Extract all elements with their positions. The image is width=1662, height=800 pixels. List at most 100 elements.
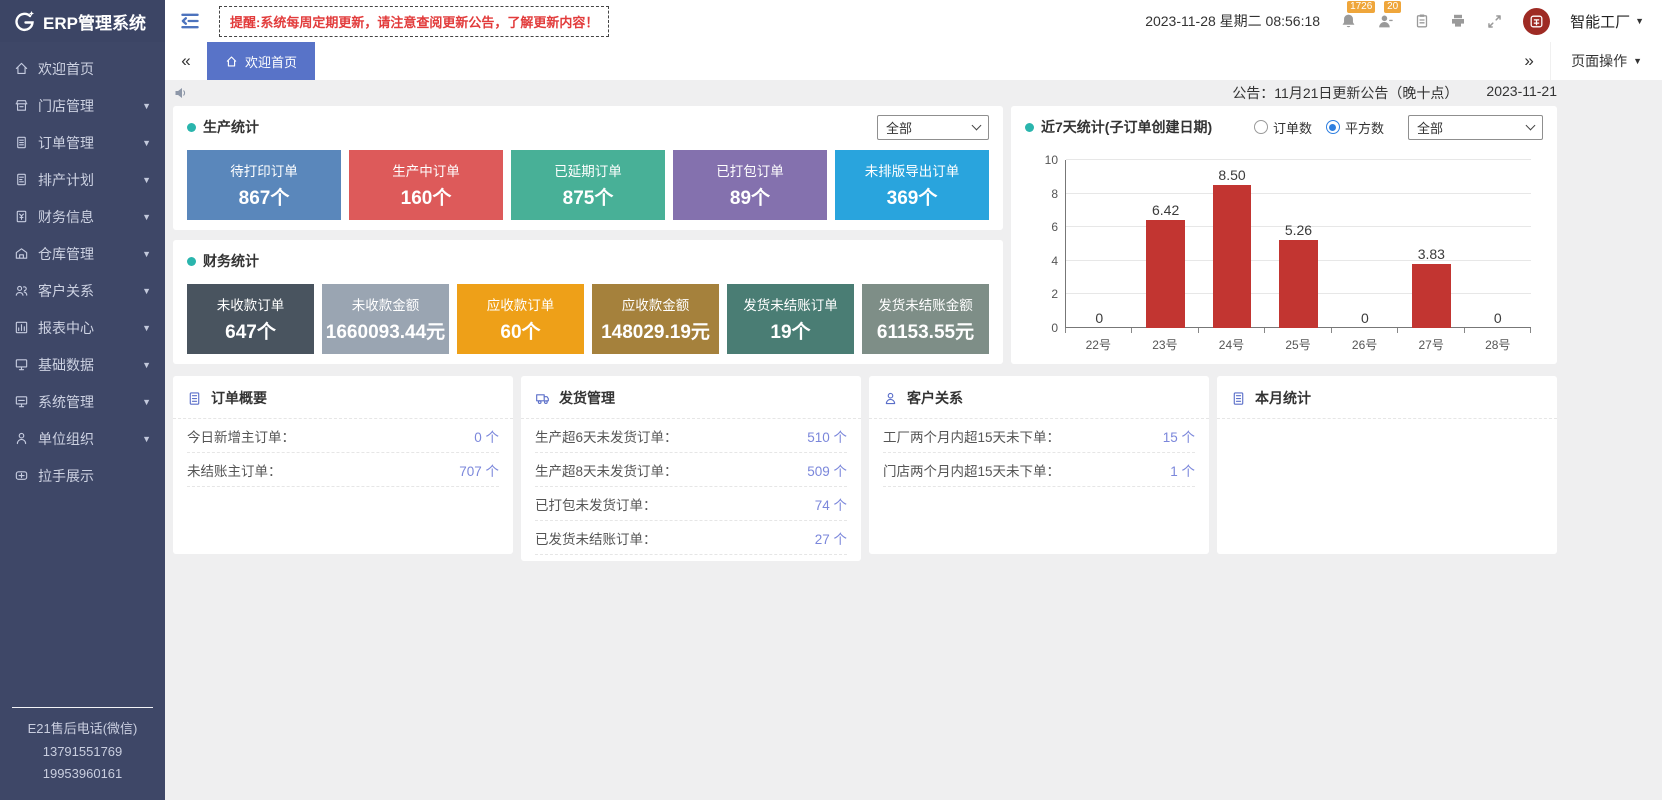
info-row: 今日新增主订单：0 个 [187, 419, 499, 453]
row-value[interactable]: 27 个 [815, 528, 847, 548]
chevron-down-icon: ▼ [142, 360, 151, 370]
sidebar-item-label: 排产计划 [38, 170, 133, 190]
sidebar-item-person[interactable]: 单位组织▼ [0, 420, 165, 457]
top-header: ERP管理系统 提醒:系统每周定期更新，请注意查阅更新公告，了解更新内容！ 20… [0, 0, 1662, 42]
sidebar-item-monitor[interactable]: 基础数据▼ [0, 346, 165, 383]
truck-icon [535, 391, 550, 406]
bar[interactable] [1213, 185, 1252, 328]
row-value[interactable]: 707 个 [459, 460, 499, 480]
production-stats-title: 生产统计 [203, 117, 259, 137]
y-axis-tick-label: 8 [1051, 187, 1058, 201]
finance-card-3[interactable]: 应收款金额148029.19元 [592, 284, 719, 354]
chevron-down-icon: ▼ [142, 249, 151, 259]
notification-bell-icon[interactable]: 1726 [1340, 13, 1357, 30]
row-value[interactable]: 0 个 [474, 426, 499, 446]
row-value[interactable]: 509 个 [807, 460, 847, 480]
fullscreen-icon[interactable] [1486, 13, 1503, 30]
speaker-icon[interactable] [173, 85, 189, 101]
footer-line: E21售后电话(微信) [0, 718, 165, 741]
radio-button [1254, 120, 1268, 134]
tabs-scroll-left-icon[interactable]: « [165, 42, 207, 80]
store-icon [14, 98, 29, 113]
bar-slot: 6.42 [1132, 160, 1198, 328]
collapse-sidebar-icon[interactable] [179, 10, 201, 32]
tab-welcome-home[interactable]: 欢迎首页 [207, 42, 315, 80]
sidebar-item-store[interactable]: 门店管理▼ [0, 87, 165, 124]
radio-label: 平方数 [1345, 118, 1384, 137]
sidebar-item-label: 拉手展示 [38, 466, 151, 486]
row-value[interactable]: 74 个 [815, 494, 847, 514]
sidebar-item-order[interactable]: 订单管理▼ [0, 124, 165, 161]
bottom-panels-row: 订单概要今日新增主订单：0 个未结账主订单：707 个发货管理生产超6天未发货订… [173, 376, 1557, 561]
bar[interactable] [1279, 240, 1318, 328]
row-value[interactable]: 1 个 [1170, 460, 1195, 480]
production-card-1[interactable]: 生产中订单160个 [349, 150, 503, 220]
info-row: 未结账主订单：707 个 [187, 453, 499, 487]
sidebar-item-finance[interactable]: 财务信息 ▼ [0, 198, 165, 235]
x-axis-labels: 22号23号24号25号26号27号28号 [1065, 336, 1531, 353]
x-axis-label: 22号 [1065, 336, 1132, 353]
bar-value-label: 5.26 [1285, 222, 1312, 238]
order-icon [14, 135, 29, 150]
chart-radio-0[interactable]: 订单数 [1254, 118, 1312, 137]
row-label: 生产超6天未发货订单： [535, 426, 678, 446]
sidebar-item-handle[interactable]: 拉手展示 [0, 457, 165, 494]
production-card-2[interactable]: 已延期订单875个 [511, 150, 665, 220]
production-card-0[interactable]: 待打印订单867个 [187, 150, 341, 220]
sidebar-item-monitor2[interactable]: 系统管理▼ [0, 383, 165, 420]
stat-card-label: 未收款金额 [352, 294, 420, 314]
x-axis-label: 26号 [1331, 336, 1398, 353]
info-row: 生产超8天未发货订单：509 个 [535, 453, 847, 487]
bar[interactable] [1412, 264, 1451, 328]
sidebar-item-label: 仓库管理 [38, 244, 133, 264]
panel-header: 本月统计 [1217, 376, 1557, 419]
tabs-scroll-right-icon[interactable]: » [1508, 42, 1550, 80]
sidebar-item-home[interactable]: 欢迎首页 [0, 50, 165, 87]
chevron-down-icon: ▼ [142, 212, 151, 222]
info-row: 工厂两个月内超15天未下单：15 个 [883, 419, 1195, 453]
customer-messages-icon[interactable]: 20 [1377, 13, 1394, 30]
row-value[interactable]: 510 个 [807, 426, 847, 446]
user-avatar[interactable] [1523, 8, 1550, 35]
sidebar-item-warehouse[interactable]: 仓库管理 ▼ [0, 235, 165, 272]
sidebar-footer: E21售后电话(微信) 13791551769 19953960161 [0, 707, 165, 786]
pdoc-icon [1231, 391, 1246, 406]
panel-shipping: 发货管理生产超6天未发货订单：510 个生产超8天未发货订单：509 个已打包未… [521, 376, 861, 561]
sidebar-item-plan[interactable]: 排产计划▼ [0, 161, 165, 198]
chevron-down-icon: ▼ [142, 434, 151, 444]
bar-slot: 0 [1332, 160, 1398, 328]
x-tick [1132, 328, 1198, 333]
sidebar-item-people[interactable]: 客户关系▼ [0, 272, 165, 309]
notice-text[interactable]: 公告：11月21日更新公告（晚十点） [1232, 83, 1458, 103]
stat-card-value: 1660093.44元 [326, 317, 445, 344]
finance-card-1[interactable]: 未收款金额 1660093.44元 [322, 284, 449, 354]
finance-icon [14, 209, 29, 224]
chevron-down-icon: ▼ [142, 101, 151, 111]
panel-rows: 工厂两个月内超15天未下单：15 个门店两个月内超15天未下单：1 个 [869, 419, 1209, 487]
production-card-4[interactable]: 未排版导出订单369个 [835, 150, 989, 220]
logo-icon [12, 9, 36, 33]
finance-card-5[interactable]: 发货未结账金额61153.55元 [862, 284, 989, 354]
notification-badge: 1726 [1347, 1, 1375, 13]
page-operations-menu[interactable]: 页面操作 ▼ [1550, 42, 1662, 80]
production-card-3[interactable]: 已打包订单89个 [673, 150, 827, 220]
row-value[interactable]: 15 个 [1163, 426, 1195, 446]
chart-filter-select[interactable]: 全部 [1408, 115, 1543, 140]
production-filter-select[interactable]: 全部 [877, 115, 989, 140]
x-tick [1066, 328, 1132, 333]
chart-radio-1[interactable]: 平方数 [1326, 118, 1384, 137]
panel-rows: 今日新增主订单：0 个未结账主订单：707 个 [173, 419, 513, 487]
finance-card-2[interactable]: 应收款订单60个 [457, 284, 584, 354]
print-icon[interactable] [1450, 13, 1466, 29]
footer-phone-2: 19953960161 [0, 763, 165, 786]
bar-chart-plot: 024681006.428.505.2603.830 [1065, 160, 1531, 328]
user-menu[interactable]: 智能工厂 ▼ [1570, 11, 1644, 32]
finance-card-0[interactable]: 未收款订单647个 [187, 284, 314, 354]
clipboard-icon[interactable] [1414, 13, 1430, 29]
bar[interactable] [1146, 220, 1185, 328]
bar-slot: 0 [1066, 160, 1132, 328]
stat-card-label: 未收款订单 [217, 294, 285, 314]
finance-card-4[interactable]: 发货未结账订单19个 [727, 284, 854, 354]
sidebar-item-report[interactable]: 报表中心▼ [0, 309, 165, 346]
sidebar-item-label: 财务信息 [38, 207, 133, 227]
